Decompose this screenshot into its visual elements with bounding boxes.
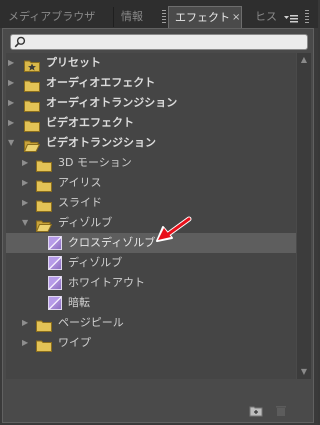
tree-label: ディゾルブ (58, 216, 113, 229)
tab-info[interactable]: 情報 (115, 7, 159, 27)
tree-item-audio-effects[interactable]: ▶ オーディオエフェクト (6, 73, 296, 93)
tab-grip-handle[interactable] (162, 10, 166, 24)
tree-item-cross-dissolve[interactable]: クロスディゾルブ (6, 233, 296, 253)
expand-arrow-icon[interactable]: ▶ (8, 113, 18, 133)
tab-label: エフェクト (175, 11, 230, 24)
effects-tree: ▶ プリセット ▶ オーディオエフェクト ▶ オーディオトランジション ▶ ビデ… (6, 53, 296, 379)
tree-item-dissolve[interactable]: ディゾルブ (6, 253, 296, 273)
tab-history[interactable]: ヒス (249, 7, 281, 27)
tree-label: ビデオエフェクト (46, 116, 134, 129)
expand-arrow-icon[interactable]: ▶ (8, 93, 18, 113)
tab-bar: メディアブラウザ 情報 エフェクト × ヒス (0, 0, 318, 28)
tree-item-wipe[interactable]: ▶ ワイプ (6, 333, 296, 353)
tree-item-presets[interactable]: ▶ プリセット (6, 53, 296, 73)
tab-label: 情報 (121, 10, 143, 23)
scroll-up-arrow-icon[interactable]: ▲ (299, 55, 309, 65)
transition-effect-icon (48, 276, 62, 290)
effects-window: メディアブラウザ 情報 エフェクト × ヒス ▶ プリセット ▶ オーディオエフ… (0, 0, 318, 425)
tab-effects[interactable]: エフェクト × (168, 6, 242, 28)
tree-item-dip-to-black[interactable]: 暗転 (6, 293, 296, 313)
red-arrow-icon (155, 215, 195, 247)
panel-grip-handle[interactable] (305, 10, 309, 24)
tree-label: 暗転 (68, 296, 90, 309)
tab-label: ヒス (255, 10, 277, 23)
tree-item-page-peel[interactable]: ▶ ページピール (6, 313, 296, 333)
tab-label: メディアブラウザ (8, 10, 96, 23)
tree-label: ホワイトアウト (68, 276, 145, 289)
expand-arrow-icon[interactable]: ▶ (22, 193, 32, 213)
expand-arrow-icon[interactable]: ▶ (22, 153, 32, 173)
tree-item-slide[interactable]: ▶ スライド (6, 193, 296, 213)
collapse-arrow-icon[interactable]: ▼ (22, 213, 32, 233)
tree-label: ページピール (58, 316, 124, 329)
tree-label: ワイプ (58, 336, 91, 349)
expand-arrow-icon[interactable]: ▶ (8, 53, 18, 73)
panel-menu-icon[interactable] (284, 10, 298, 29)
search-field[interactable] (10, 34, 308, 50)
tree-item-iris[interactable]: ▶ アイリス (6, 173, 296, 193)
tree-label: スライド (58, 196, 102, 209)
tree-label: ディゾルブ (68, 256, 123, 269)
tree-label: オーディオエフェクト (46, 76, 156, 89)
tree-item-white-out[interactable]: ホワイトアウト (6, 273, 296, 293)
tree-label: 3D モーション (58, 156, 132, 169)
search-icon (14, 36, 26, 48)
tree-label: プリセット (46, 56, 101, 69)
expand-arrow-icon[interactable]: ▶ (8, 73, 18, 93)
expand-arrow-icon[interactable]: ▶ (22, 173, 32, 193)
tree-item-3d-motion[interactable]: ▶ 3D モーション (6, 153, 296, 173)
tree-item-video-transitions[interactable]: ▼ ビデオトランジション (6, 133, 296, 153)
transition-effect-icon (48, 236, 62, 250)
tree-label: アイリス (58, 176, 102, 189)
new-custom-bin-icon[interactable] (249, 402, 263, 421)
vertical-scrollbar[interactable]: ▲ ▼ (297, 53, 311, 379)
close-icon[interactable]: × (232, 7, 240, 28)
expand-arrow-icon[interactable]: ▶ (22, 313, 32, 333)
scroll-down-arrow-icon[interactable]: ▼ (299, 367, 309, 377)
transition-effect-icon (48, 296, 62, 310)
tree-item-audio-transitions[interactable]: ▶ オーディオトランジション (6, 93, 296, 113)
tree-label: オーディオトランジション (46, 96, 178, 109)
tree-label: ビデオトランジション (46, 136, 156, 149)
tree-item-video-effects[interactable]: ▶ ビデオエフェクト (6, 113, 296, 133)
transition-effect-icon (48, 256, 62, 270)
collapse-arrow-icon[interactable]: ▼ (8, 133, 18, 153)
trash-icon[interactable] (275, 402, 287, 421)
folder-icon (36, 337, 52, 356)
tree-item-dissolve-folder[interactable]: ▼ ディゾルブ (6, 213, 296, 233)
expand-arrow-icon[interactable]: ▶ (22, 333, 32, 353)
tab-media-browser[interactable]: メディアブラウザ (2, 7, 114, 27)
tree-label: クロスディゾルブ (68, 236, 156, 249)
